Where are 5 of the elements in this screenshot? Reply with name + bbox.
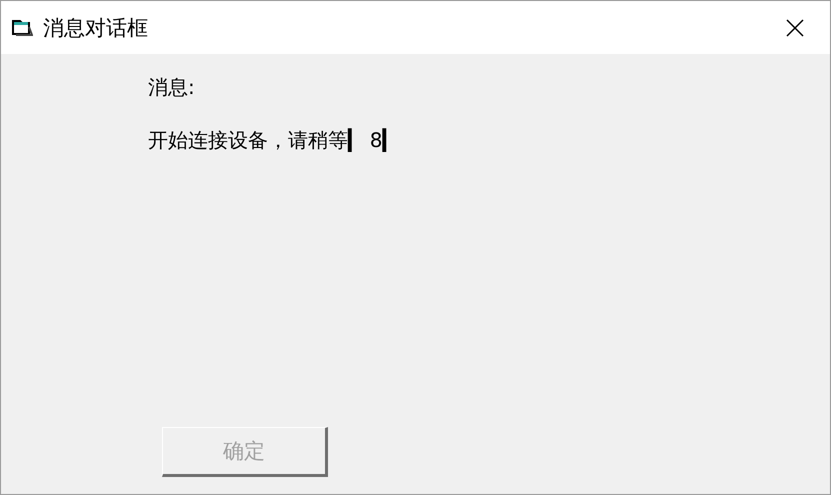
message-text: 开始连接设备，请稍等▎ 8▎ (148, 127, 399, 154)
window-icon (11, 18, 33, 36)
message-label: 消息: (148, 74, 196, 101)
window-title: 消息对话框 (43, 14, 149, 42)
close-icon (786, 18, 804, 36)
